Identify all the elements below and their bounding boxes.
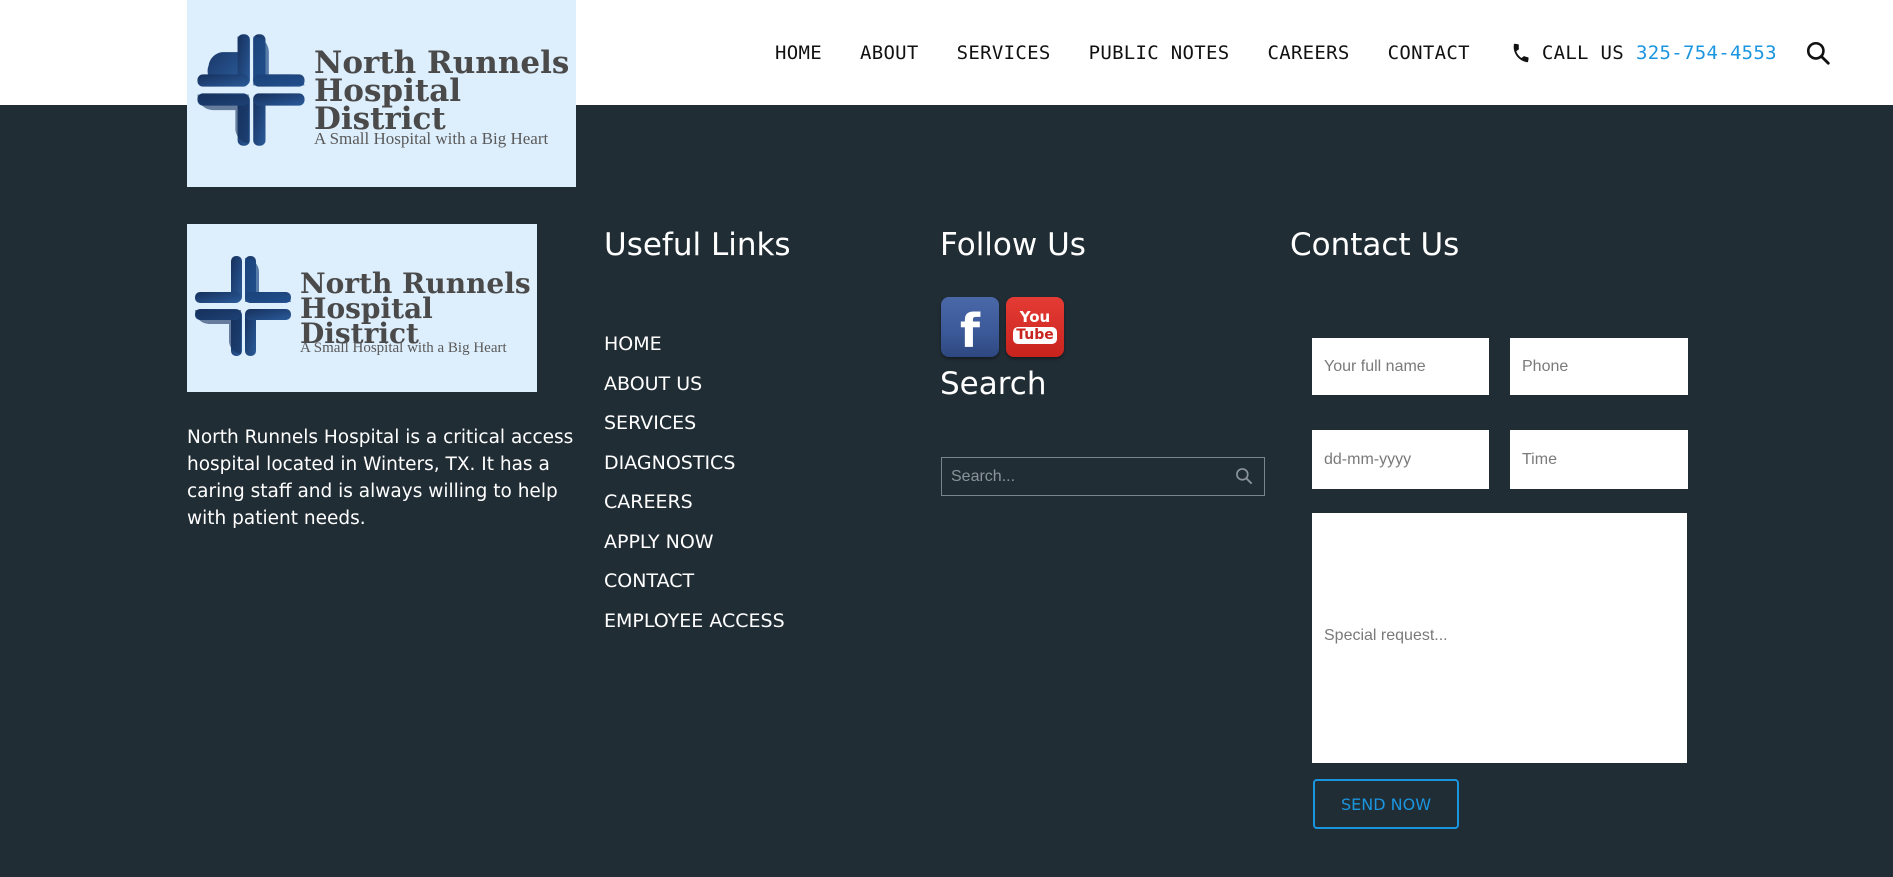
main-nav: HOME ABOUT SERVICES PUBLIC NOTES CAREERS…	[775, 42, 1777, 64]
list-item: DIAGNOSTICS	[604, 452, 785, 492]
list-item: HOME	[604, 333, 785, 373]
logo-name: North Runnels Hospital District	[314, 48, 569, 135]
youtube-tube-text: Tube	[1013, 327, 1057, 344]
footer-link-about-us[interactable]: ABOUT US	[604, 373, 702, 395]
useful-links-list: HOME ABOUT US SERVICES DIAGNOSTICS CAREE…	[604, 333, 785, 649]
full-name-field[interactable]	[1312, 338, 1489, 395]
logo: North Runnels Hospital District A Small …	[187, 0, 576, 187]
logo-tagline: A Small Hospital with a Big Heart	[314, 129, 549, 148]
list-item: APPLY NOW	[604, 531, 785, 571]
footer-link-careers[interactable]: CAREERS	[604, 491, 693, 513]
youtube-you-text: You	[1019, 308, 1051, 326]
footer-link-diagnostics[interactable]: DIAGNOSTICS	[604, 452, 735, 474]
search-icon[interactable]	[1234, 466, 1254, 486]
footer-logo: North Runnels Hospital District A Small …	[187, 224, 537, 392]
facebook-glyph: f	[959, 304, 980, 357]
cross-logo-icon	[195, 256, 291, 356]
logo: North Runnels Hospital District A Small …	[187, 224, 537, 392]
nav-about[interactable]: ABOUT	[860, 42, 919, 64]
cross-logo-icon	[197, 34, 305, 146]
special-request-field[interactable]	[1312, 513, 1687, 763]
call-us-label: CALL US	[1541, 42, 1625, 64]
phone-number[interactable]: 325-754-4553	[1636, 42, 1777, 64]
social-links: f You Tube	[941, 297, 1071, 357]
contact-us-title: Contact Us	[1290, 227, 1460, 263]
search-input[interactable]	[942, 458, 1264, 495]
search-icon[interactable]	[1805, 40, 1831, 66]
send-now-button[interactable]: SEND NOW	[1313, 779, 1459, 829]
logo-name: North Runnels Hospital District	[300, 269, 531, 348]
nav-services[interactable]: SERVICES	[957, 42, 1051, 64]
time-field[interactable]	[1510, 430, 1688, 489]
call-us-link[interactable]: CALL US 325-754-4553	[1510, 42, 1777, 64]
nav-careers[interactable]: CAREERS	[1267, 42, 1349, 64]
list-item: CONTACT	[604, 570, 785, 610]
nav-public-notes[interactable]: PUBLIC NOTES	[1089, 42, 1230, 64]
youtube-icon[interactable]: You Tube	[1006, 297, 1064, 357]
footer-search	[941, 457, 1265, 496]
list-item: ABOUT US	[604, 373, 785, 413]
list-item: SERVICES	[604, 412, 785, 452]
header-logo[interactable]: North Runnels Hospital District A Small …	[187, 0, 576, 187]
date-field[interactable]	[1312, 430, 1489, 489]
logo-tagline: A Small Hospital with a Big Heart	[300, 340, 507, 356]
footer-link-apply-now[interactable]: APPLY NOW	[604, 531, 714, 553]
footer-link-contact[interactable]: CONTACT	[604, 570, 694, 592]
footer-link-home[interactable]: HOME	[604, 333, 662, 355]
facebook-icon[interactable]: f	[941, 297, 999, 357]
search-title: Search	[940, 366, 1047, 402]
phone-field[interactable]	[1510, 338, 1688, 395]
nav-contact[interactable]: CONTACT	[1388, 42, 1470, 64]
follow-us-title: Follow Us	[940, 227, 1086, 263]
about-text: North Runnels Hospital is a critical acc…	[187, 427, 574, 529]
list-item: CAREERS	[604, 491, 785, 531]
useful-links-title: Useful Links	[604, 227, 791, 263]
footer-link-employee-access[interactable]: EMPLOYEE ACCESS	[604, 610, 785, 632]
phone-icon	[1513, 43, 1529, 63]
list-item: EMPLOYEE ACCESS	[604, 610, 785, 650]
nav-home[interactable]: HOME	[775, 42, 822, 64]
footer-link-services[interactable]: SERVICES	[604, 412, 696, 434]
